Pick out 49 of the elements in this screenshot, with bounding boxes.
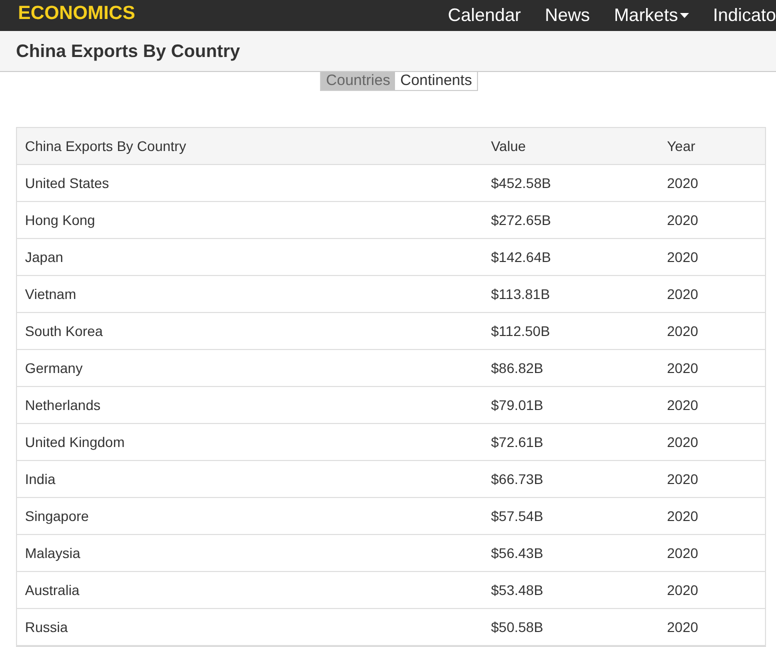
table-cell-text: 2020 xyxy=(666,470,700,488)
table-cell-text: South Korea xyxy=(24,322,104,340)
table-cell-text: Australia xyxy=(24,580,80,600)
table-cell-text: $66.73B xyxy=(490,470,544,488)
table-cell-text: 2020 xyxy=(666,432,700,452)
table-cell-text: 2020 xyxy=(666,396,700,414)
page-title: China Exports By Country xyxy=(16,40,240,63)
table-cell-text: Russia xyxy=(24,618,69,636)
nav-link[interactable]: Calendar xyxy=(448,2,521,29)
table-cell-text: United States xyxy=(24,174,110,192)
table-cell-text: India xyxy=(24,470,56,488)
nav-link[interactable]: Markets xyxy=(614,2,689,29)
table-cell-text: United Kingdom xyxy=(24,432,126,452)
table-cell-text: 2020 xyxy=(666,322,700,340)
table-cell-text: 2020 xyxy=(666,358,700,378)
table-cell-text: Singapore xyxy=(24,506,90,526)
caret-icon xyxy=(680,13,689,18)
column-header: Value xyxy=(490,136,527,156)
table-cell-text: $452.58B xyxy=(490,174,552,192)
table-cell-text: Netherlands xyxy=(24,396,102,414)
table-cell-text: 2020 xyxy=(666,284,700,304)
nav-link[interactable]: News xyxy=(544,2,590,29)
table-cell-text: $53.48B xyxy=(490,580,544,600)
table-cell-text: 2020 xyxy=(666,580,700,600)
table-cell-text: $79.01B xyxy=(490,396,544,414)
table-cell-text: 2020 xyxy=(666,618,700,636)
table-cell-text: 2020 xyxy=(666,544,700,562)
table-cell-text: $57.54B xyxy=(490,506,544,526)
table-cell-text: Japan xyxy=(24,248,64,267)
table-cell-text: Vietnam xyxy=(24,284,78,304)
table-cell-text: 2020 xyxy=(666,506,700,526)
table-cell-text: Malaysia xyxy=(24,544,82,563)
table-cell-text: $56.43B xyxy=(490,544,544,562)
table-cell-text: 2020 xyxy=(666,210,700,230)
column-header: China Exports By Country xyxy=(24,136,188,156)
table-cell-text: 2020 xyxy=(666,248,700,266)
brand-logo[interactable]: ECONOMICS xyxy=(18,3,136,31)
table-cell-text: Hong Kong xyxy=(24,210,96,230)
table-cell-text: 2020 xyxy=(666,174,700,192)
column-header: Year xyxy=(666,136,696,156)
nav-link[interactable]: Indicato xyxy=(712,2,776,29)
table-cell-text: $272.65B xyxy=(490,210,552,230)
table-cell-text: $86.82B xyxy=(490,358,544,378)
table-cell-text: $50.58B xyxy=(490,618,544,636)
table-cell-text: Germany xyxy=(24,358,84,378)
table-cell-text: $112.50B xyxy=(490,322,551,340)
table-cell-text: $113.81B xyxy=(490,284,551,304)
table-cell-text: $142.64B xyxy=(490,248,552,266)
table-cell-text: $72.61B xyxy=(490,432,544,452)
